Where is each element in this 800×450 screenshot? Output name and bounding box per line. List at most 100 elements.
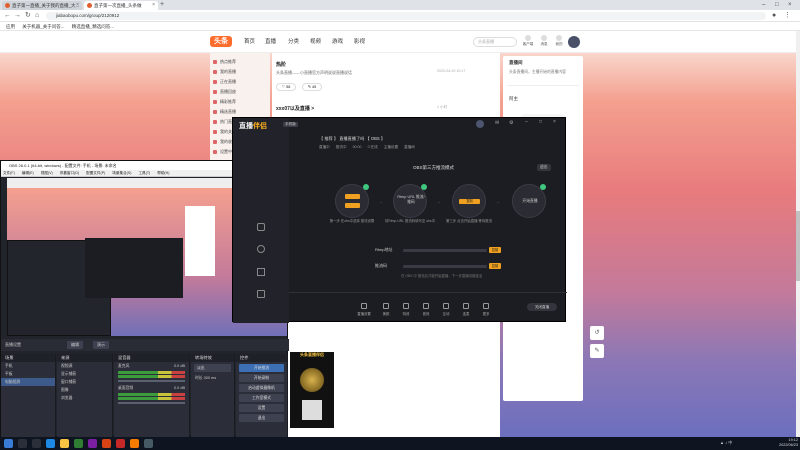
edit-icon[interactable]: ✎ <box>590 344 604 358</box>
reload-icon[interactable]: ↻ <box>25 11 31 21</box>
app-avatar[interactable] <box>476 120 484 128</box>
home-icon[interactable]: ⌂ <box>35 11 39 21</box>
menu-item[interactable]: 直播回放 <box>210 87 270 97</box>
new-tab-icon[interactable]: + <box>160 0 164 10</box>
back-icon[interactable]: ← <box>4 11 11 21</box>
app-icon[interactable] <box>144 439 153 448</box>
step-4-circle[interactable]: 开始直播 <box>512 184 546 218</box>
promo-poster[interactable] <box>290 352 334 428</box>
mine-icon[interactable]: 我的 <box>552 35 566 47</box>
app-maximize-icon[interactable]: □ <box>539 119 542 125</box>
sidebar-window-icon[interactable] <box>257 290 265 298</box>
menu-view[interactable]: 视图(V) <box>41 171 53 175</box>
menu-profile[interactable]: 配置文件(P) <box>86 171 105 175</box>
scene-item-selected[interactable]: 电脑投屏 <box>1 378 55 386</box>
sidebar-list-icon[interactable] <box>257 268 265 276</box>
menu-item[interactable]: 精彩推荐 <box>210 97 270 107</box>
nav-movies[interactable]: 影视 <box>354 37 365 45</box>
app-minimize-icon[interactable]: – <box>525 119 528 125</box>
menu-docks[interactable]: 停靠窗口(D) <box>60 171 79 175</box>
clock[interactable]: 19:12 2022/06/23 <box>779 438 798 448</box>
close-tab-icon[interactable]: × <box>76 1 79 10</box>
edit-button[interactable]: 编辑 <box>67 341 83 349</box>
bookmark-item[interactable]: 精选直播_精选问答... <box>72 24 114 29</box>
nav-games[interactable]: 游戏 <box>332 37 343 45</box>
menu-file[interactable]: 文件(F) <box>3 171 15 175</box>
studio-mode-button[interactable]: 工作室模式 <box>239 394 284 402</box>
volume-slider[interactable] <box>118 402 185 404</box>
network-icon[interactable]: ▲ <box>720 440 724 445</box>
tool-co-host[interactable]: 连麦 <box>457 303 475 316</box>
page-scrollbar[interactable] <box>796 31 800 437</box>
close-window-icon[interactable]: × <box>788 0 792 10</box>
demo-button[interactable]: 演示 <box>93 341 109 349</box>
tool-sound[interactable]: 音效 <box>417 303 435 316</box>
client-icon[interactable]: 客户端 <box>521 35 535 47</box>
host-settings-link[interactable]: 主播设置 <box>384 145 398 149</box>
tool-more[interactable]: 更多 <box>477 303 495 316</box>
like-button[interactable]: ♡ 58 <box>276 83 296 91</box>
tool-interact[interactable]: 互动 <box>437 303 455 316</box>
tool-effects[interactable]: 特效 <box>397 303 415 316</box>
menu-edit[interactable]: 编辑(E) <box>22 171 34 175</box>
duration-value[interactable]: 300 ms <box>204 376 216 380</box>
menu-item[interactable]: 热点推荐 <box>210 57 270 67</box>
settings-button[interactable]: 设置 <box>239 404 284 412</box>
app-mail-icon[interactable]: ✉ <box>495 120 499 126</box>
bookmark-item[interactable]: 应用 <box>6 24 15 29</box>
sidebar-user-icon[interactable] <box>257 245 265 253</box>
menu-help[interactable]: 帮助(H) <box>157 171 169 175</box>
exit-mode-button[interactable]: 退出 <box>537 164 551 171</box>
app-icon[interactable] <box>88 439 97 448</box>
step-copy-button[interactable]: 复制 <box>459 199 480 204</box>
transition-select[interactable]: 淡出 <box>194 364 231 372</box>
user-avatar[interactable] <box>568 36 580 48</box>
card-user[interactable]: 阿主 <box>503 92 583 106</box>
search-icon[interactable] <box>18 439 27 448</box>
menu-tools[interactable]: 工具(T) <box>138 171 150 175</box>
menu-item[interactable]: 正在直播 <box>210 77 270 87</box>
minimize-icon[interactable]: – <box>762 0 765 10</box>
comment-button[interactable]: ✎ 45 <box>302 83 322 91</box>
site-search-input[interactable]: 头条直播 <box>473 37 517 47</box>
volume-slider[interactable] <box>118 380 185 382</box>
url-input[interactable]: jiabaobopu.com/group/2120912 <box>46 12 766 20</box>
room-link[interactable]: 直播间 <box>404 145 415 149</box>
end-live-button[interactable]: 关闭直播 <box>527 303 557 311</box>
menu-item[interactable]: 我的直播 <box>210 67 270 77</box>
copy-key-button[interactable]: 复制 <box>489 263 501 269</box>
feed-post-title[interactable]: 热阶 <box>272 53 500 68</box>
forward-icon[interactable]: → <box>14 11 21 21</box>
volume-icon[interactable]: ♪ <box>725 440 727 445</box>
stream-key-field[interactable] <box>403 265 487 268</box>
source-item[interactable]: 视频源 <box>57 362 112 370</box>
app-close-icon[interactable]: × <box>553 119 556 125</box>
app-icon[interactable] <box>74 439 83 448</box>
feedback-icon[interactable]: ↺ <box>590 326 604 340</box>
nav-category[interactable]: 分类 <box>288 37 299 45</box>
start-streaming-button[interactable]: 开始推流 <box>239 364 284 372</box>
menu-item[interactable]: 精选直播 <box>210 107 270 117</box>
source-item[interactable]: 显示捕获 <box>57 370 112 378</box>
start-icon[interactable] <box>4 439 13 448</box>
copy-rtmp-button[interactable]: 复制 <box>489 247 501 253</box>
close-tab-icon[interactable]: × <box>152 1 155 10</box>
file-explorer-icon[interactable] <box>60 439 69 448</box>
bookmark-item[interactable]: 关于机器_关于问答... <box>22 24 64 29</box>
virtual-camera-button[interactable]: 启动虚拟摄像机 <box>239 384 284 392</box>
nav-home[interactable]: 首页 <box>244 37 255 45</box>
nav-video[interactable]: 视频 <box>310 37 321 45</box>
scrollbar-thumb[interactable] <box>796 211 800 281</box>
app-gear-icon[interactable]: ⚙ <box>509 120 513 126</box>
maximize-icon[interactable]: □ <box>775 0 779 10</box>
start-recording-button[interactable]: 开始录制 <box>239 374 284 382</box>
tool-beauty[interactable]: 美颜 <box>377 303 395 316</box>
source-item[interactable]: 窗口捕获 <box>57 378 112 386</box>
edge-icon[interactable] <box>46 439 55 448</box>
rtmp-address-field[interactable] <box>403 249 487 252</box>
source-item[interactable]: 浏览器 <box>57 394 112 402</box>
ime-indicator[interactable]: 中 <box>728 440 732 445</box>
profile-icon[interactable]: ● <box>772 11 776 21</box>
feed-post-title[interactable]: xxx07以及直播 > <box>276 105 314 112</box>
app-icon[interactable] <box>102 439 111 448</box>
